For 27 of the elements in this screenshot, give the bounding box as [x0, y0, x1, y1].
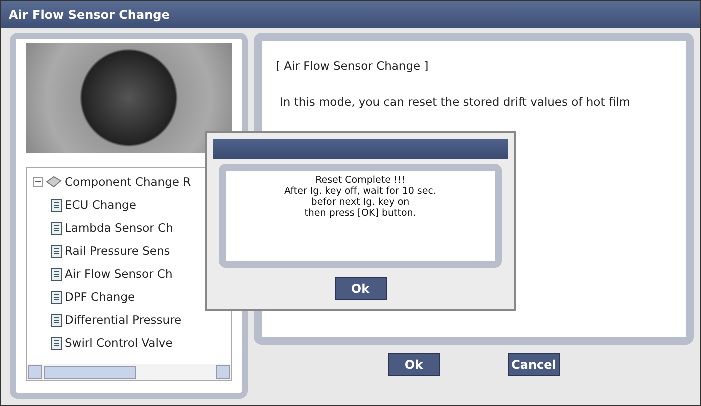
tree-item[interactable]: Air Flow Sensor Ch [65, 267, 173, 281]
document-icon [51, 244, 62, 258]
message-line: then press [OK] button. [304, 208, 418, 219]
mode-heading: [ Air Flow Sensor Change ] [276, 59, 430, 73]
tree-item[interactable]: Lambda Sensor Ch [65, 221, 174, 235]
document-icon [51, 336, 62, 350]
tree-item[interactable]: DPF Change [65, 290, 136, 304]
tree-item[interactable]: Swirl Control Valve [65, 336, 173, 350]
document-icon [51, 314, 62, 326]
horizontal-scrollbar[interactable] [27, 364, 231, 380]
dialog-button[interactable]: Ok [388, 353, 440, 376]
collapse-icon[interactable] [33, 177, 43, 187]
tree-item[interactable]: Rail Pressure Sens [65, 244, 170, 258]
window-title: Air Flow Sensor Change [1, 1, 700, 28]
document-icon [51, 290, 62, 304]
dialog-button[interactable]: Cancel [508, 353, 560, 376]
description-text: In this mode, you can reset the stored drift values of hot film [279, 95, 632, 109]
tree-item[interactable]: Component Change R [65, 175, 192, 189]
tree-item[interactable]: Differential Pressure [65, 313, 182, 327]
document-icon [51, 222, 62, 234]
document-icon [51, 198, 62, 212]
message-line: befor next Ig. key on [310, 197, 411, 208]
tree-item[interactable]: ECU Change [65, 198, 136, 212]
message-line: After Ig. key off, wait for 10 sec. [284, 186, 438, 197]
message-line: Reset Complete !!! [314, 175, 406, 186]
ok-button[interactable]: Ok [334, 277, 386, 300]
document-icon [51, 268, 62, 280]
